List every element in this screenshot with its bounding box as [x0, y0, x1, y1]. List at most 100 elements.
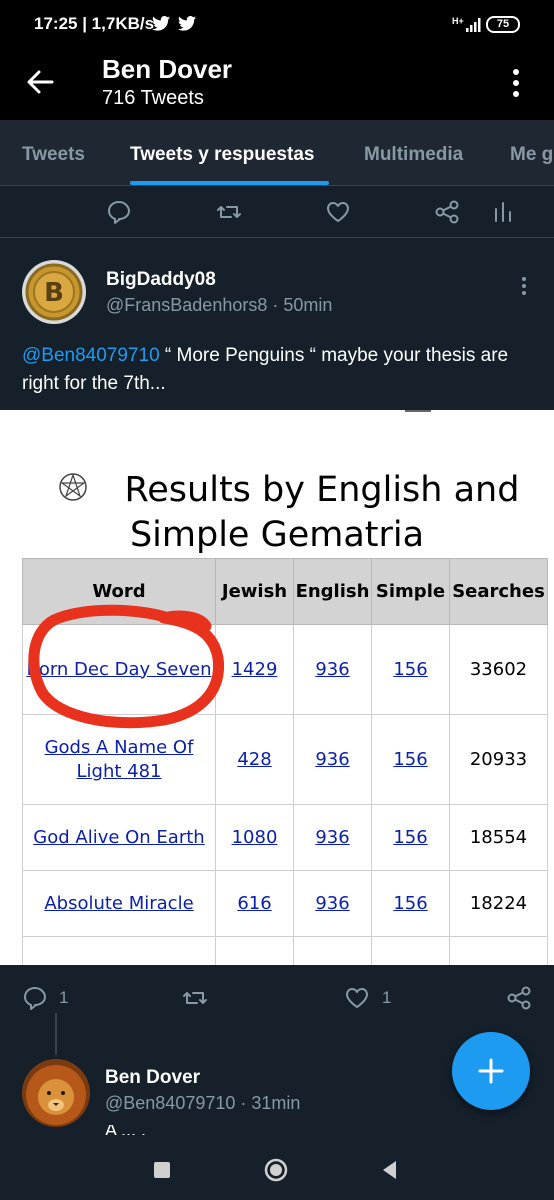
back-icon[interactable]	[378, 1158, 402, 1182]
like-icon[interactable]	[344, 985, 370, 1011]
tweet-media-image[interactable]: Results by English and Simple Gematria W…	[0, 410, 554, 965]
analytics-icon[interactable]	[490, 199, 516, 225]
plus-icon	[478, 1058, 504, 1084]
active-tab-indicator	[130, 181, 329, 185]
reply-icon[interactable]	[106, 199, 132, 225]
jewish-cell: 1429	[215, 624, 294, 715]
avatar[interactable]	[22, 1059, 90, 1127]
simple-cell: 156	[371, 804, 450, 871]
mention-link[interactable]: @Ben84079710	[22, 345, 160, 366]
results-title: Results by English and Simple Gematria	[0, 468, 554, 558]
red-marker-annotation	[28, 604, 224, 729]
jewish-link[interactable]: 1080	[232, 827, 278, 848]
image-artifact	[405, 410, 431, 412]
like-icon[interactable]	[325, 199, 351, 225]
share-icon[interactable]	[506, 985, 532, 1011]
searches-cell	[449, 936, 548, 965]
simple-cell: 156	[371, 624, 450, 715]
column-header: Searches	[449, 558, 548, 625]
english-link[interactable]: 936	[315, 893, 349, 914]
battery-icon: 75	[486, 16, 520, 33]
simple-link[interactable]: 156	[393, 659, 427, 680]
tweet-options-icon[interactable]	[518, 276, 530, 296]
english-cell: 936	[293, 714, 372, 805]
tweet-author-handle: @FransBadenhors8 · 50min	[106, 295, 333, 315]
english-link[interactable]: 936	[315, 659, 349, 680]
twitter-bird-icon	[152, 16, 170, 31]
jewish-cell: 1080	[215, 804, 294, 871]
tweet-text-partial: A ... .	[105, 1125, 147, 1135]
simple-link[interactable]: 156	[393, 893, 427, 914]
column-header: Simple	[371, 558, 450, 625]
retweet-icon[interactable]	[182, 985, 208, 1011]
simple-link[interactable]: 156	[393, 827, 427, 848]
searches-cell: 18554	[449, 804, 548, 871]
avatar[interactable]: B	[22, 260, 86, 324]
english-cell	[293, 936, 372, 965]
profile-header: Ben Dover 716 Tweets	[0, 50, 554, 120]
recents-icon[interactable]	[150, 1158, 174, 1182]
tab-tweets[interactable]: Tweets	[22, 144, 85, 166]
jewish-cell: 428	[215, 714, 294, 805]
tweet-author-name[interactable]: Ben Dover	[105, 1067, 200, 1089]
column-header: Jewish	[215, 558, 294, 625]
word-cell	[22, 936, 216, 965]
jewish-link[interactable]: 1429	[232, 659, 278, 680]
jewish-link[interactable]: 428	[237, 749, 271, 770]
jewish-cell: 616	[215, 870, 294, 937]
table-row-partial	[22, 936, 548, 965]
word-cell: God Alive On Earth	[22, 804, 216, 871]
tweet-count: 716 Tweets	[102, 87, 204, 109]
share-icon[interactable]	[434, 199, 460, 225]
simple-cell: 156	[371, 714, 450, 805]
reply-count: 1	[59, 988, 69, 1007]
tweet-text: @Ben84079710 “ More Penguins “ maybe you…	[22, 342, 534, 398]
results-title-line2: Simple Gematria	[129, 515, 425, 555]
table-row: Absolute Miracle 616 936 156 18224	[22, 870, 548, 937]
tab-media[interactable]: Multimedia	[364, 144, 463, 166]
english-cell: 936	[293, 870, 372, 937]
back-arrow-icon[interactable]	[26, 68, 54, 96]
bitcoin-avatar-image: B	[22, 260, 86, 324]
results-title-line1: Results by English and	[124, 470, 520, 510]
profile-name: Ben Dover	[102, 54, 233, 84]
previous-tweet-actions	[0, 186, 554, 238]
word-link[interactable]: God Alive On Earth	[33, 827, 204, 848]
lion-avatar-image	[22, 1059, 90, 1127]
home-icon[interactable]	[264, 1158, 288, 1182]
status-time: 17:25 | 1,7KB/s	[34, 14, 155, 33]
network-type: H+	[452, 16, 464, 26]
signal-icon	[466, 18, 481, 32]
tweet-author-handle: @Ben84079710 · 31min	[105, 1093, 301, 1113]
jewish-cell	[215, 936, 294, 965]
tweet-author-name[interactable]: BigDaddy08	[106, 269, 216, 291]
word-cell: Absolute Miracle	[22, 870, 216, 937]
system-nav-bar	[0, 1140, 554, 1200]
word-link[interactable]: Gods A Name Of Light 481	[45, 737, 194, 782]
searches-cell: 20933	[449, 714, 548, 805]
retweet-icon[interactable]	[216, 199, 242, 225]
simple-link[interactable]: 156	[393, 749, 427, 770]
svg-text:B: B	[44, 278, 64, 308]
english-link[interactable]: 936	[315, 827, 349, 848]
reply-icon[interactable]	[22, 985, 48, 1011]
searches-cell: 18224	[449, 870, 548, 937]
english-cell: 936	[293, 804, 372, 871]
profile-tabs: Tweets Tweets y respuestas Multimedia Me…	[0, 120, 554, 186]
overflow-menu-icon[interactable]	[508, 68, 524, 98]
tweet-actions: 1 1	[0, 965, 554, 1029]
english-link[interactable]: 936	[315, 749, 349, 770]
tab-tweets-and-replies[interactable]: Tweets y respuestas	[130, 144, 314, 166]
word-link[interactable]: Absolute Miracle	[44, 893, 193, 914]
searches-cell: 33602	[449, 624, 548, 715]
table-row: God Alive On Earth 1080 936 156 18554	[22, 804, 548, 871]
jewish-link[interactable]: 616	[237, 893, 271, 914]
column-header: English	[293, 558, 372, 625]
thread-connector	[55, 1013, 57, 1055]
compose-tweet-button[interactable]	[452, 1032, 530, 1110]
tab-likes[interactable]: Me g	[510, 144, 553, 166]
simple-cell	[371, 936, 450, 965]
status-bar: 17:25 | 1,7KB/s H+ 75	[0, 0, 554, 50]
english-cell: 936	[293, 624, 372, 715]
twitter-bird-icon	[178, 16, 196, 31]
